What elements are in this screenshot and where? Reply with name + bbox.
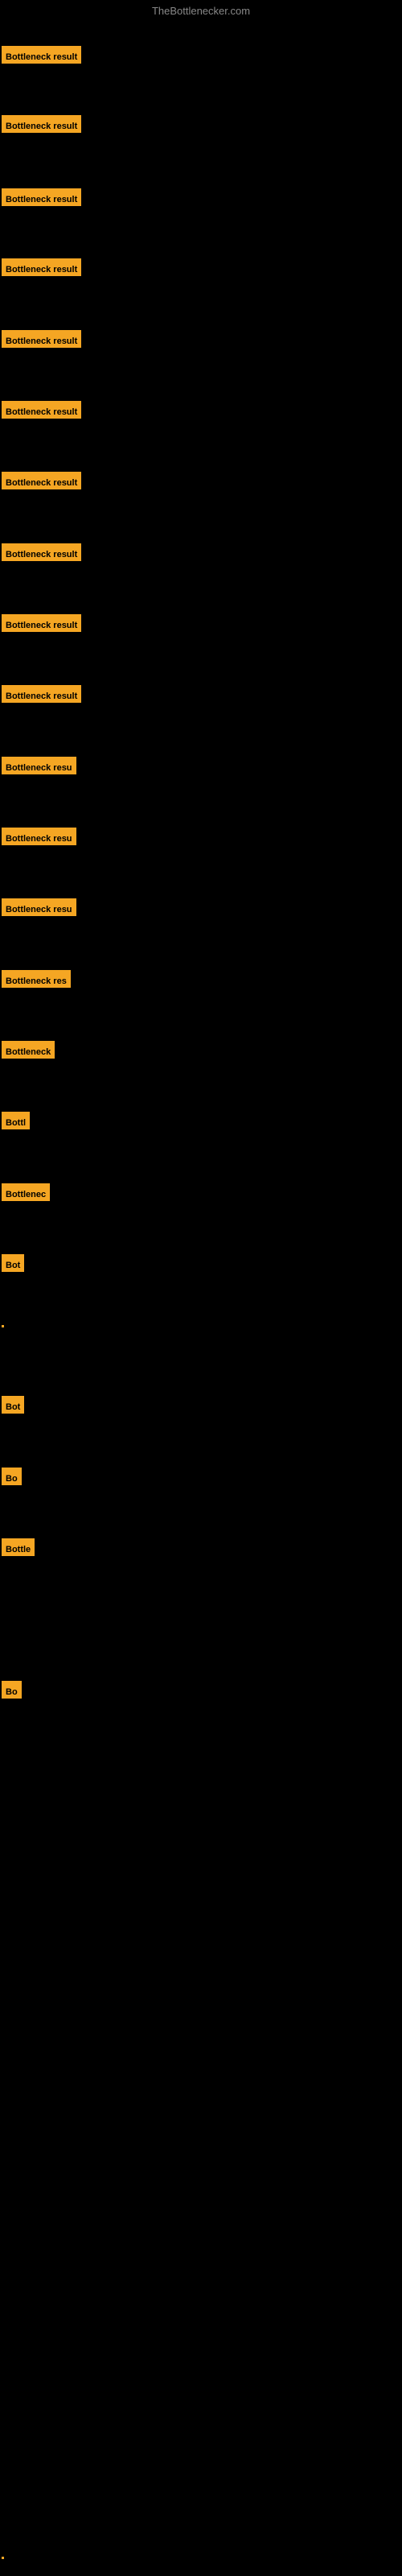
bottleneck-badge-5: Bottleneck result — [2, 401, 81, 419]
bottleneck-badge-17: Bot — [2, 1254, 24, 1272]
bottleneck-badge-6: Bottleneck result — [2, 472, 81, 489]
bottleneck-badge-10: Bottleneck resu — [2, 757, 76, 774]
bottleneck-badge-0: Bottleneck result — [2, 46, 81, 64]
bottleneck-badge-3: Bottleneck result — [2, 258, 81, 276]
bottleneck-badge-11: Bottleneck resu — [2, 828, 76, 845]
vertical-bar-23 — [2, 2557, 4, 2559]
bottleneck-badge-21: Bottle — [2, 1538, 35, 1556]
bottleneck-badge-12: Bottleneck resu — [2, 898, 76, 916]
bottleneck-badge-8: Bottleneck result — [2, 614, 81, 632]
bottleneck-badge-15: Bottl — [2, 1112, 30, 1129]
bottleneck-badge-16: Bottlenec — [2, 1183, 50, 1201]
bottleneck-badge-14: Bottleneck — [2, 1041, 55, 1059]
bottleneck-badge-4: Bottleneck result — [2, 330, 81, 348]
bottleneck-badge-20: Bo — [2, 1468, 22, 1485]
bottleneck-badge-13: Bottleneck res — [2, 970, 71, 988]
bottleneck-badge-1: Bottleneck result — [2, 115, 81, 133]
vertical-bar-18 — [2, 1325, 4, 1327]
site-title: TheBottlenecker.com — [0, 5, 402, 17]
bottleneck-badge-2: Bottleneck result — [2, 188, 81, 206]
bottleneck-badge-9: Bottleneck result — [2, 685, 81, 703]
bottleneck-badge-7: Bottleneck result — [2, 543, 81, 561]
bottleneck-badge-22: Bo — [2, 1681, 22, 1699]
bottleneck-badge-19: Bot — [2, 1396, 24, 1414]
